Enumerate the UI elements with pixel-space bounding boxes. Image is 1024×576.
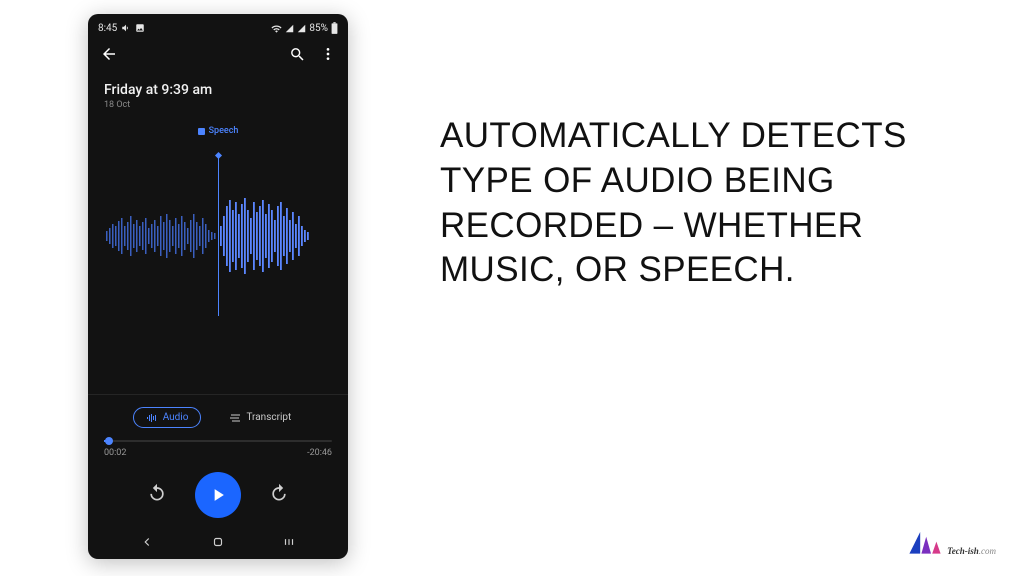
image-icon xyxy=(135,23,145,33)
app-header xyxy=(88,38,348,74)
time-elapsed: 00:02 xyxy=(104,448,126,458)
tab-audio[interactable]: Audio xyxy=(133,407,202,428)
nav-home-button[interactable] xyxy=(211,534,225,553)
view-tabs: Audio Transcript xyxy=(88,394,348,436)
tab-transcript[interactable]: Transcript xyxy=(217,408,303,427)
signal-icon-1 xyxy=(285,24,294,33)
status-bar: 8:45 85% xyxy=(88,18,348,38)
brand-text: Tech-ish.com xyxy=(947,546,996,556)
status-left: 8:45 xyxy=(98,23,145,34)
search-icon xyxy=(289,46,306,63)
signal-icon-2 xyxy=(297,24,306,33)
audio-wave-icon xyxy=(146,413,158,423)
phone-screenshot: 8:45 85% Friday at 9:39 am 18 Oct xyxy=(88,14,348,559)
brand-logo-icon xyxy=(907,526,943,556)
waveform-view[interactable] xyxy=(88,146,348,326)
volume-icon xyxy=(121,23,131,33)
nav-recents-icon xyxy=(282,535,296,549)
replay-icon xyxy=(147,483,167,503)
progress-thumb[interactable] xyxy=(105,437,113,445)
time-remaining: -20:46 xyxy=(307,448,332,458)
play-button[interactable] xyxy=(195,472,241,518)
play-icon xyxy=(208,485,228,505)
nav-back-icon xyxy=(140,535,154,549)
overflow-menu-button[interactable] xyxy=(320,46,336,66)
seek-bar[interactable] xyxy=(88,436,348,444)
status-time: 8:45 xyxy=(98,23,117,34)
speech-chip-icon xyxy=(198,128,205,135)
nav-home-icon xyxy=(211,535,225,549)
detected-label: Speech xyxy=(88,126,348,136)
search-button[interactable] xyxy=(289,46,306,67)
transcript-icon xyxy=(229,413,241,423)
recording-date: 18 Oct xyxy=(104,100,332,110)
battery-percentage: 85% xyxy=(309,23,328,34)
forward-button[interactable] xyxy=(269,483,289,507)
time-row: 00:02 -20:46 xyxy=(88,444,348,458)
status-right: 85% xyxy=(271,22,338,34)
battery-icon xyxy=(331,22,338,34)
recording-title-block: Friday at 9:39 am 18 Oct xyxy=(88,74,348,126)
brand-watermark: Tech-ish.com xyxy=(907,526,996,556)
playback-controls xyxy=(88,458,348,528)
nav-back-button[interactable] xyxy=(140,534,154,553)
wifi-icon xyxy=(271,24,282,33)
slide-headline: Automatically detects type of audio bein… xyxy=(440,114,930,293)
system-nav-bar xyxy=(88,528,348,559)
recording-title: Friday at 9:39 am xyxy=(104,82,332,98)
playhead-indicator xyxy=(218,156,219,316)
detected-text: Speech xyxy=(209,126,239,136)
forward-icon xyxy=(269,483,289,503)
rewind-button[interactable] xyxy=(147,483,167,507)
back-button[interactable] xyxy=(100,45,118,67)
tab-transcript-label: Transcript xyxy=(246,412,291,423)
back-arrow-icon xyxy=(100,45,118,63)
tab-audio-label: Audio xyxy=(163,412,189,423)
nav-recents-button[interactable] xyxy=(282,534,296,553)
more-vert-icon xyxy=(320,46,336,62)
